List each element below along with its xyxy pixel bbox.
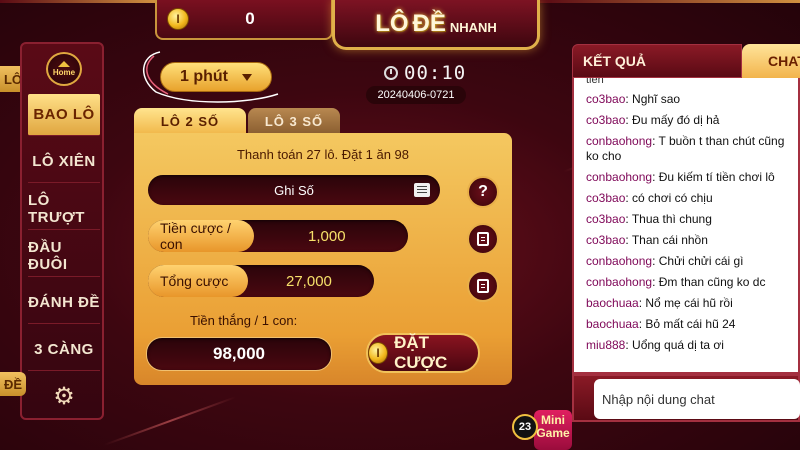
- chat-text: Bỏ mất cái hũ 24: [645, 317, 736, 331]
- coin-balance-value: 0: [245, 9, 255, 28]
- coin-icon: I: [167, 8, 189, 30]
- alarm-clock-icon: [384, 66, 398, 80]
- win-per-number-label: Tiền thắng / 1 con:: [190, 313, 298, 328]
- coin-icon: I: [368, 342, 389, 364]
- bet-history-button[interactable]: [467, 223, 499, 255]
- chat-input-bar: [572, 374, 800, 422]
- number-entry-label: Ghi Số: [274, 182, 314, 198]
- chat-message: co3bao: Than cái nhồn: [586, 233, 708, 247]
- settings-button[interactable]: ⚙: [52, 382, 76, 410]
- tab-chat[interactable]: CHAT: [742, 44, 800, 78]
- chat-message: co3bao: Đu mấy đó dị hả: [586, 113, 720, 127]
- chat-username: conbaohong: [586, 134, 653, 148]
- chat-text: Nghĩ sao: [632, 92, 681, 106]
- logo-word-lo: LÔ: [375, 9, 409, 37]
- total-stake-label: Tổng cược: [148, 265, 248, 297]
- chat-text: Đu kiếm tí tiền chơi lô: [658, 170, 775, 184]
- tab-results[interactable]: KẾT QUẢ: [572, 44, 742, 78]
- bet-type-sidebar: Home BAO LÔ LÔ XIÊN LÔ TRƯỢT ĐẦU ĐUÔI ĐÁ…: [20, 42, 104, 420]
- sidebar-item-danh-de[interactable]: ĐÁNH ĐỀ: [28, 282, 100, 324]
- help-button[interactable]: ?: [467, 176, 499, 208]
- gear-icon: ⚙: [53, 382, 75, 410]
- chat-message: co3bao: Nghĩ sao: [586, 92, 681, 106]
- chat-username: baochuaa: [586, 296, 639, 310]
- chat-text: có chơi có chịu: [632, 191, 713, 205]
- chat-text: Đu mấy đó dị hả: [632, 113, 720, 127]
- sidebar-item-lo-truot[interactable]: LÔ TRƯỢT: [28, 188, 100, 230]
- chat-log[interactable]: tiền co3bao: Nghĩ sao co3bao: Đu mấy đó d…: [572, 78, 800, 374]
- chat-message: miu888: Uổng quá dị ta ơi: [586, 338, 724, 352]
- mini-game-label: Mini Game: [534, 410, 572, 450]
- chat-text: Nổ mẹ cái hũ rồi: [645, 296, 733, 310]
- sidebar-item-lo-xien[interactable]: LÔ XIÊN: [28, 141, 100, 183]
- chat-username: co3bao: [586, 191, 626, 205]
- category-tab-de[interactable]: ĐỀ: [0, 372, 26, 396]
- home-button[interactable]: Home: [46, 52, 82, 86]
- number-entry-field[interactable]: Ghi Số: [148, 175, 440, 205]
- chat-username: conbaohong: [586, 254, 653, 268]
- logo-word-de: ĐỀ: [412, 9, 446, 37]
- chat-message: co3bao: có chơi có chịu: [586, 191, 713, 205]
- chat-message: conbaohong: Đm than cũng ko dc: [586, 275, 766, 289]
- timer-value: 00:10: [404, 62, 467, 84]
- sidebar-item-3-cang[interactable]: 3 CÀNG: [28, 329, 100, 371]
- coin-balance-display: I 0: [155, 0, 333, 40]
- total-stake-value: 27,000: [286, 272, 332, 290]
- stake-label: Tiền cược / con: [148, 220, 254, 252]
- chat-username: co3bao: [586, 92, 626, 106]
- mini-game-badge: 23: [512, 414, 538, 440]
- stake-value: 1,000: [308, 227, 346, 245]
- game-logo: LÔ ĐỀ NHANH: [332, 0, 540, 50]
- statistics-button[interactable]: [467, 270, 499, 302]
- chat-text: Uổng quá dị ta ơi: [632, 338, 724, 352]
- chat-username: co3bao: [586, 212, 626, 226]
- chat-username: conbaohong: [586, 275, 653, 289]
- sidebar-item-bao-lo[interactable]: BAO LÔ: [28, 94, 100, 136]
- chat-username: co3bao: [586, 233, 626, 247]
- home-icon: [58, 61, 70, 67]
- place-bet-button[interactable]: I ĐẶT CƯỢC: [366, 333, 480, 373]
- chat-input[interactable]: [594, 379, 800, 419]
- chevron-down-icon: [242, 73, 252, 81]
- question-mark-icon: ?: [478, 183, 488, 200]
- note-icon[interactable]: [414, 183, 430, 197]
- tab-lo-3-so[interactable]: LÔ 3 SỐ: [248, 108, 340, 134]
- chat-text: Than cái nhồn: [631, 233, 708, 247]
- chat-message: co3bao: Thua thì chung: [586, 212, 712, 226]
- chat-message: baochuaa: Bỏ mất cái hũ 24: [586, 317, 736, 331]
- chat-username: conbaohong: [586, 170, 653, 184]
- home-label: Home: [52, 68, 76, 77]
- countdown-timer: 00:10: [384, 62, 470, 84]
- chat-text: Chửi chửi cái gì: [658, 254, 744, 268]
- chat-message: baochuaa: Nổ mẹ cái hũ rồi: [586, 296, 733, 310]
- sidebar-item-dau-duoi[interactable]: ĐẦU ĐUÔI: [28, 235, 100, 277]
- mini-game-button[interactable]: Mini Game 23: [512, 408, 572, 450]
- logo-word-nhanh: NHANH: [449, 20, 497, 35]
- chat-username: baochuaa: [586, 317, 639, 331]
- chat-text: Đm than cũng ko dc: [658, 275, 766, 289]
- period-dropdown[interactable]: 1 phút: [160, 62, 272, 92]
- total-stake-field: Tổng cược 27,000: [148, 265, 374, 297]
- receipt-icon: [477, 232, 489, 246]
- document-chart-icon: [477, 279, 489, 293]
- chat-username: miu888: [586, 338, 626, 352]
- tab-lo-2-so[interactable]: LÔ 2 SỐ: [134, 108, 246, 134]
- session-id: 20240406-0721: [366, 86, 466, 104]
- payout-info: Thanh toán 27 lô. Đặt 1 ăn 98: [236, 147, 409, 162]
- chat-message: conbaohong: T buồn t than chút cũng ko c…: [586, 134, 785, 163]
- chat-username: co3bao: [586, 113, 626, 127]
- period-selected-value: 1 phút: [180, 68, 228, 85]
- chat-text: Thua thì chung: [631, 212, 712, 226]
- chat-message: conbaohong: Chửi chửi cái gì: [586, 254, 744, 268]
- win-per-number-value: 98,000: [146, 337, 332, 371]
- stake-per-number-field[interactable]: Tiền cược / con 1,000: [148, 220, 408, 252]
- chat-message: conbaohong: Đu kiếm tí tiền chơi lô: [586, 170, 775, 184]
- chat-message-list: co3bao: Nghĩ sao co3bao: Đu mấy đó dị hả c…: [586, 92, 798, 359]
- chat-cutoff-line: tiền: [586, 78, 604, 86]
- place-bet-label: ĐẶT CƯỢC: [394, 333, 448, 372]
- bet-panel: Thanh toán 27 lô. Đặt 1 ăn 98 Ghi Số Tiề…: [134, 133, 512, 385]
